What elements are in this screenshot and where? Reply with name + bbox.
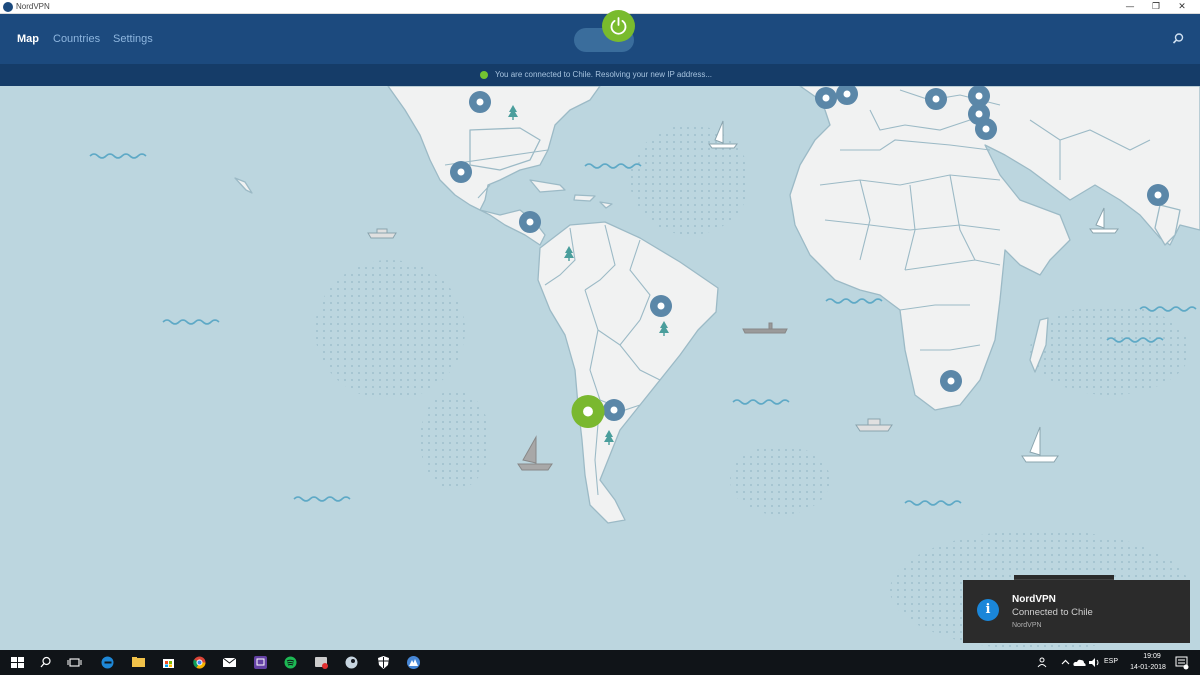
- people-icon[interactable]: [1036, 655, 1051, 670]
- nordvpn-taskbar-icon[interactable]: [406, 655, 421, 670]
- minimize-button[interactable]: —: [1116, 0, 1144, 14]
- active-location-pin-chile[interactable]: [571, 395, 605, 428]
- connected-status-dot: [480, 71, 488, 79]
- start-button[interactable]: [10, 655, 25, 670]
- restore-button[interactable]: ❐: [1142, 0, 1170, 14]
- task-view-icon[interactable]: [67, 655, 82, 670]
- toast-message: Connected to Chile: [1012, 607, 1093, 618]
- store-icon[interactable]: [161, 655, 176, 670]
- toast-source: NordVPN: [1012, 622, 1042, 629]
- action-center-icon[interactable]: [1174, 655, 1189, 670]
- app-header: Map Countries Settings: [0, 14, 1200, 64]
- file-explorer-icon[interactable]: [131, 655, 146, 670]
- spotify-icon[interactable]: [283, 655, 298, 670]
- volume-icon[interactable]: [1087, 655, 1102, 670]
- edge-browser-icon[interactable]: [100, 655, 115, 670]
- nav-tab-countries[interactable]: Countries: [53, 33, 100, 45]
- nav-tab-map[interactable]: Map: [17, 33, 39, 45]
- clock-date[interactable]: 14-01-2018: [1128, 664, 1168, 671]
- security-shield-icon[interactable]: [376, 655, 391, 670]
- screenshot-app-icon[interactable]: [314, 655, 329, 670]
- windows-taskbar: [0, 650, 1200, 675]
- info-icon: i: [977, 599, 999, 621]
- nav-tab-settings[interactable]: Settings: [113, 33, 153, 45]
- chrome-icon[interactable]: [192, 655, 207, 670]
- steam-icon[interactable]: [344, 655, 359, 670]
- search-taskbar-icon[interactable]: [38, 655, 53, 670]
- nordvpn-logo-icon: [3, 2, 13, 12]
- world-map[interactable]: [0, 86, 1200, 650]
- twitch-icon[interactable]: [253, 655, 268, 670]
- close-button[interactable]: ✕: [1168, 0, 1196, 14]
- chevron-up-icon[interactable]: [1058, 655, 1073, 670]
- dotted-ocean-areas: [315, 125, 1190, 650]
- window-title-bar: NordVPN — ❐ ✕: [0, 0, 1200, 14]
- connection-status-text: You are connected to Chile. Resolving yo…: [495, 70, 713, 79]
- search-icon[interactable]: [1170, 31, 1186, 47]
- toast-title: NordVPN: [1012, 594, 1056, 605]
- mail-icon[interactable]: [222, 655, 237, 670]
- input-language[interactable]: ESP: [1104, 658, 1118, 665]
- onedrive-cloud-icon[interactable]: [1072, 655, 1087, 670]
- power-toggle-knob[interactable]: [602, 10, 635, 42]
- clock-time[interactable]: 19:09: [1137, 653, 1167, 660]
- window-title: NordVPN: [16, 2, 50, 11]
